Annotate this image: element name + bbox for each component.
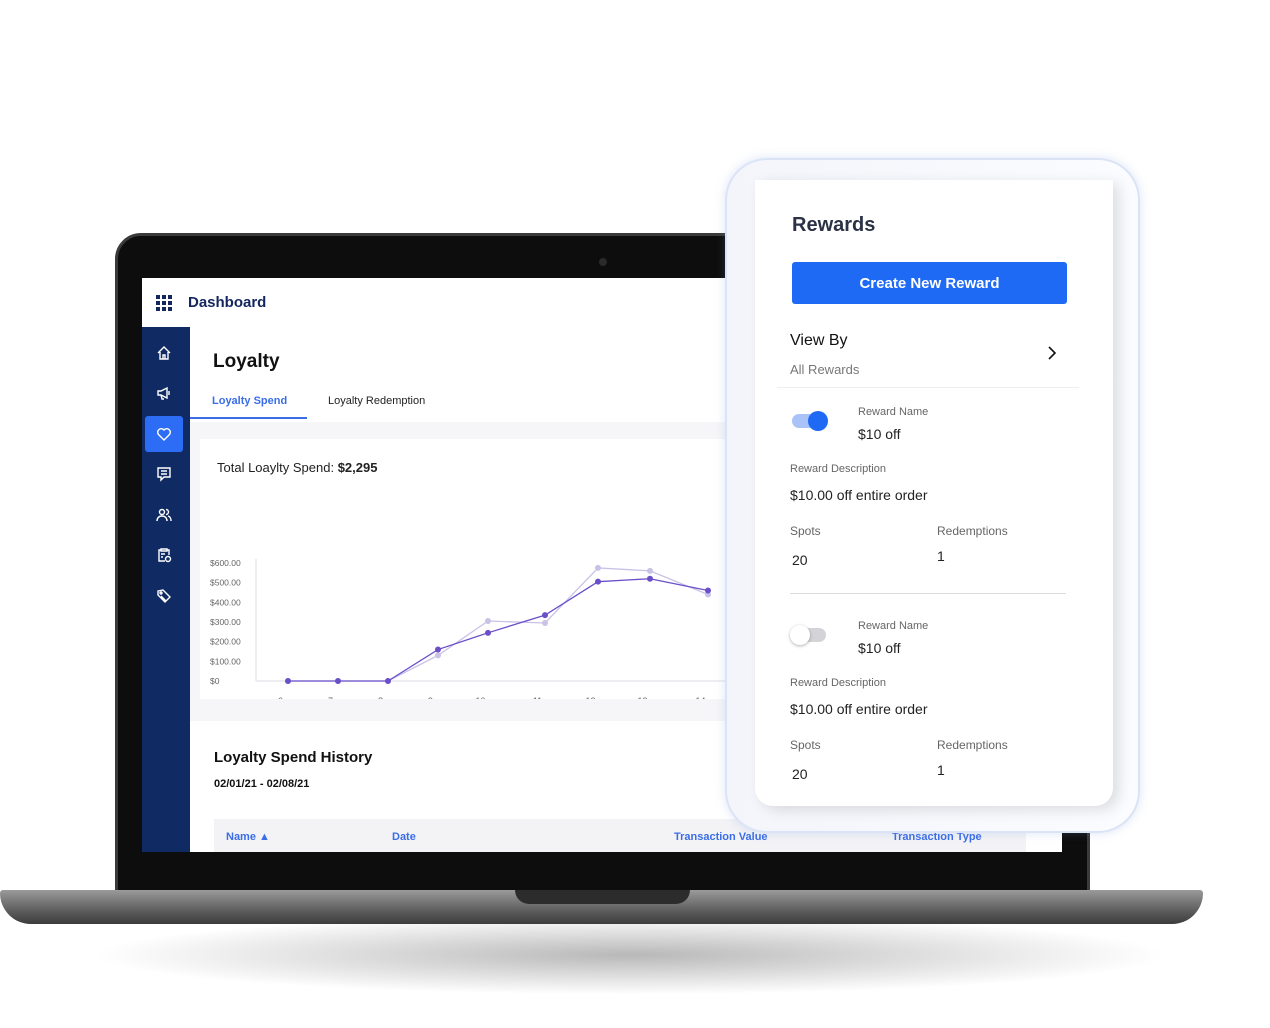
reward-name: $10 off: [858, 640, 901, 656]
laptop-shadow: [90, 915, 1170, 995]
laptop-notch: [515, 890, 690, 904]
redemptions-value: 1: [937, 762, 945, 778]
active-tab-indicator: [190, 417, 307, 419]
reward-item: Reward Name $10 off Reward Description $…: [755, 620, 1113, 812]
sidebar: [142, 327, 190, 852]
sidebar-item-loyalty[interactable]: [145, 416, 183, 452]
toggle-knob: [808, 411, 828, 431]
data-point: [435, 652, 441, 659]
y-tick-label: $0: [210, 676, 220, 686]
sidebar-item-messages[interactable]: [145, 456, 183, 492]
spots-label: Spots: [790, 524, 821, 538]
column-date[interactable]: Date: [392, 831, 416, 843]
reward-item: Reward Name $10 off Reward Description $…: [755, 406, 1113, 598]
data-point: [335, 678, 341, 684]
clipboard-clock-icon: [158, 548, 172, 563]
data-point: [485, 618, 491, 625]
chevron-right-icon: [1048, 346, 1057, 360]
x-tick-label: 13 pm: [637, 696, 662, 699]
reward-description: $10.00 off entire order: [790, 487, 928, 503]
reward-enabled-toggle[interactable]: [792, 411, 828, 431]
spots-value: 20: [792, 766, 808, 782]
data-point: [385, 678, 391, 684]
data-point: [595, 578, 601, 585]
data-point: [542, 612, 548, 619]
x-tick-label: 7 am: [328, 696, 348, 699]
data-point: [705, 587, 711, 594]
x-tick-label: 6 am: [278, 696, 298, 699]
history-date-range[interactable]: 02/01/21 - 02/08/21: [214, 778, 309, 790]
y-tick-label: $500.00: [210, 578, 241, 588]
redemptions-label: Redemptions: [937, 738, 1008, 752]
divider: [790, 593, 1066, 594]
redemptions-label: Redemptions: [937, 524, 1008, 538]
spend-chart-card: Total Loaylty Spend: $2,295 $0 $100.00 $20…: [200, 439, 740, 699]
view-by-value: All Rewards: [790, 362, 860, 377]
rewards-panel: Rewards Create New Reward View By All Re…: [755, 180, 1113, 806]
column-transaction-value[interactable]: Transaction Value: [674, 831, 768, 843]
data-point: [647, 575, 653, 582]
reward-description-label: Reward Description: [790, 677, 886, 689]
page-title: Loyalty: [213, 351, 280, 372]
y-tick-label: $300.00: [210, 617, 241, 627]
megaphone-icon: [157, 386, 170, 400]
x-tick-label: 14 pm: [695, 696, 720, 699]
data-point: [647, 567, 653, 574]
view-by-selector[interactable]: View By All Rewards: [777, 326, 1079, 388]
series-line: [288, 567, 709, 682]
y-tick-label: $400.00: [210, 597, 241, 607]
series-line: [288, 578, 709, 682]
sidebar-item-reports[interactable]: [145, 537, 183, 573]
x-tick-label: 12 pm: [585, 696, 610, 699]
spots-value: 20: [792, 552, 808, 568]
reward-name-label: Reward Name: [858, 620, 929, 632]
reward-enabled-toggle[interactable]: [790, 625, 826, 645]
grid-icon[interactable]: [156, 294, 172, 311]
tab-loyalty-redemption[interactable]: Loyalty Redemption: [328, 395, 425, 407]
tab-loyalty-spend[interactable]: Loyalty Spend: [212, 395, 287, 407]
data-point: [435, 646, 441, 653]
x-tick-label: 11 am: [533, 696, 557, 699]
data-point: [595, 564, 601, 571]
sidebar-item-customers[interactable]: [145, 497, 183, 533]
y-tick-label: $200.00: [210, 637, 241, 647]
data-point: [285, 678, 291, 684]
sidebar-item-offers[interactable]: [145, 578, 183, 614]
view-by-label: View By: [790, 332, 848, 349]
rewards-title: Rewards: [792, 214, 876, 236]
spots-label: Spots: [790, 738, 821, 752]
x-tick-label: 9 am: [428, 696, 448, 699]
reward-description: $10.00 off entire order: [790, 701, 928, 717]
chat-icon: [157, 467, 171, 482]
users-icon: [156, 508, 172, 522]
sidebar-item-home[interactable]: [145, 335, 183, 371]
data-point: [485, 629, 491, 636]
y-tick-label: $600.00: [210, 558, 241, 568]
x-tick-label: 8 am: [378, 696, 398, 699]
toggle-knob: [790, 625, 810, 645]
data-point: [542, 619, 548, 626]
app-title: Dashboard: [188, 294, 267, 311]
history-title: Loyalty Spend History: [214, 749, 373, 766]
reward-description-label: Reward Description: [790, 463, 886, 475]
create-new-reward-button[interactable]: Create New Reward: [792, 262, 1067, 304]
reward-name: $10 off: [858, 426, 901, 442]
x-tick-label: 10 am: [475, 696, 500, 699]
column-name[interactable]: Name ▲: [226, 831, 270, 843]
tags-icon: [157, 589, 171, 603]
sidebar-item-campaigns[interactable]: [145, 375, 183, 411]
y-tick-label: $100.00: [210, 656, 241, 666]
spend-line-chart: $0 $100.00 $200.00 $300.00 $400.00 $500.00 $60…: [210, 558, 740, 699]
heart-icon: [157, 428, 171, 441]
home-icon: [157, 346, 171, 360]
reward-name-label: Reward Name: [858, 406, 929, 418]
camera: [599, 258, 607, 266]
redemptions-value: 1: [937, 548, 945, 564]
